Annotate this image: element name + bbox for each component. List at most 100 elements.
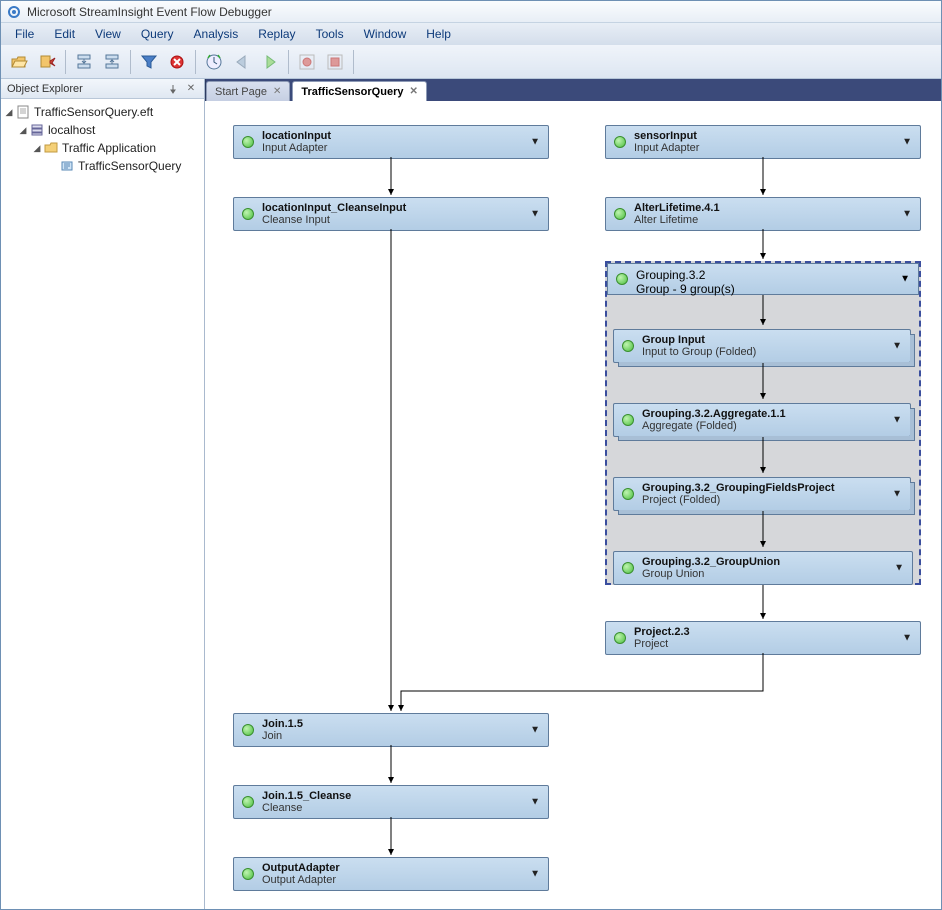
close-tab-icon[interactable]: ✕ (409, 86, 417, 97)
connect-server-icon[interactable] (34, 49, 60, 75)
node-aggregate[interactable]: Grouping.3.2.Aggregate.1.1 Aggregate (Fo… (613, 403, 911, 437)
node-output-adapter[interactable]: OutputAdapter Output Adapter ▼ (233, 857, 549, 891)
chevron-down-icon[interactable]: ▼ (892, 489, 902, 500)
chevron-down-icon[interactable]: ▼ (530, 797, 540, 808)
tree-root-label: TrafficSensorQuery.eft (34, 105, 153, 119)
chevron-down-icon[interactable]: ▼ (894, 563, 904, 574)
node-title: Join.1.5_Cleanse (262, 790, 522, 802)
menu-replay[interactable]: Replay (248, 25, 305, 43)
node-subtitle: Project (634, 638, 894, 650)
node-sensor-input[interactable]: sensorInput Input Adapter ▼ (605, 125, 921, 159)
menu-edit[interactable]: Edit (44, 25, 85, 43)
explorer-header: Object Explorer ✕ (1, 79, 204, 99)
menu-file[interactable]: File (5, 25, 44, 43)
node-title: Group Input (642, 334, 884, 346)
node-title: Join.1.5 (262, 718, 522, 730)
node-title: Grouping.3.2_GroupingFieldsProject (642, 482, 884, 494)
close-tab-icon[interactable]: ✕ (273, 86, 281, 97)
node-subtitle: Alter Lifetime (634, 214, 894, 226)
chevron-down-icon[interactable]: ▼ (530, 869, 540, 880)
step-forward-icon[interactable] (257, 49, 283, 75)
clock-icon[interactable] (201, 49, 227, 75)
status-dot-icon (622, 562, 634, 574)
node-alter-lifetime[interactable]: AlterLifetime.4.1 Alter Lifetime ▼ (605, 197, 921, 231)
title-bar: Microsoft StreamInsight Event Flow Debug… (1, 1, 941, 23)
menu-bar: File Edit View Query Analysis Replay Too… (1, 23, 941, 45)
menu-view[interactable]: View (85, 25, 131, 43)
status-dot-icon (614, 136, 626, 148)
flow-canvas[interactable]: locationInput Input Adapter ▼ locationIn… (205, 101, 941, 909)
grouping-container[interactable]: Grouping.3.2 Group - 9 group(s) ▼ Group … (605, 261, 921, 585)
server-icon (29, 122, 45, 138)
status-dot-icon (614, 208, 626, 220)
menu-analysis[interactable]: Analysis (184, 25, 249, 43)
tree-host[interactable]: ◢ localhost (3, 121, 202, 139)
tab-label: Start Page (215, 86, 267, 98)
chevron-down-icon[interactable]: ▼ (902, 209, 912, 220)
node-grouping[interactable]: Grouping.3.2 Group - 9 group(s) ▼ (607, 263, 919, 295)
node-subtitle: Input Adapter (262, 142, 522, 154)
node-join[interactable]: Join.1.5 Join ▼ (233, 713, 549, 747)
status-dot-icon (242, 724, 254, 736)
status-dot-icon (242, 136, 254, 148)
status-dot-icon (622, 340, 634, 352)
tab-start-page[interactable]: Start Page ✕ (206, 81, 290, 101)
close-panel-icon[interactable]: ✕ (184, 82, 198, 96)
stop-icon[interactable] (322, 49, 348, 75)
chevron-down-icon[interactable]: ▼ (902, 137, 912, 148)
tree-query[interactable]: TrafficSensorQuery (3, 157, 202, 175)
record-icon[interactable] (294, 49, 320, 75)
node-join-cleanse[interactable]: Join.1.5_Cleanse Cleanse ▼ (233, 785, 549, 819)
tree-root[interactable]: ◢ TrafficSensorQuery.eft (3, 103, 202, 121)
menu-window[interactable]: Window (354, 25, 417, 43)
step-back-icon[interactable] (229, 49, 255, 75)
chevron-down-icon[interactable]: ▼ (530, 209, 540, 220)
pin-icon[interactable] (166, 82, 180, 96)
toolbar-separator (288, 50, 289, 74)
node-location-input[interactable]: locationInput Input Adapter ▼ (233, 125, 549, 159)
toolbar (1, 45, 941, 79)
query-icon (59, 158, 75, 174)
toolbar-separator (130, 50, 131, 74)
tree-app[interactable]: ◢ Traffic Application (3, 139, 202, 157)
node-location-cleanse[interactable]: locationInput_CleanseInput Cleanse Input… (233, 197, 549, 231)
explorer-title: Object Explorer (7, 83, 83, 95)
open-file-icon[interactable] (6, 49, 32, 75)
node-subtitle: Cleanse Input (262, 214, 522, 226)
clear-filter-icon[interactable] (164, 49, 190, 75)
node-subtitle: Input Adapter (634, 142, 894, 154)
expand-down-icon[interactable] (71, 49, 97, 75)
node-group-input[interactable]: Group Input Input to Group (Folded) ▼ (613, 329, 911, 363)
menu-query[interactable]: Query (131, 25, 184, 43)
menu-tools[interactable]: Tools (306, 25, 354, 43)
node-title: locationInput_CleanseInput (262, 202, 522, 214)
chevron-down-icon[interactable]: ▼ (892, 341, 902, 352)
tab-strip: Start Page ✕ TrafficSensorQuery ✕ (205, 79, 941, 101)
chevron-down-icon[interactable]: ▼ (530, 137, 540, 148)
chevron-down-icon[interactable]: ▼ (900, 274, 910, 285)
chevron-down-icon[interactable]: ▼ (902, 633, 912, 644)
expander-icon[interactable]: ◢ (17, 125, 29, 136)
object-explorer-panel: Object Explorer ✕ ◢ TrafficSensorQuery.e… (1, 79, 205, 909)
collapse-up-icon[interactable] (99, 49, 125, 75)
explorer-tree: ◢ TrafficSensorQuery.eft ◢ localhost ◢ T… (1, 99, 204, 179)
file-icon (15, 104, 31, 120)
node-title: Grouping.3.2_GroupUnion (642, 556, 886, 568)
node-title: locationInput (262, 130, 522, 142)
tab-traffic-query[interactable]: TrafficSensorQuery ✕ (292, 81, 426, 101)
menu-help[interactable]: Help (416, 25, 461, 43)
expander-icon[interactable]: ◢ (3, 107, 15, 118)
status-dot-icon (242, 208, 254, 220)
chevron-down-icon[interactable]: ▼ (892, 415, 902, 426)
node-subtitle: Aggregate (Folded) (642, 420, 884, 432)
node-group-union[interactable]: Grouping.3.2_GroupUnion Group Union ▼ (613, 551, 913, 585)
node-subtitle: Project (Folded) (642, 494, 884, 506)
tree-host-label: localhost (48, 123, 95, 137)
filter-icon[interactable] (136, 49, 162, 75)
status-dot-icon (622, 414, 634, 426)
node-subtitle: Join (262, 730, 522, 742)
expander-icon[interactable]: ◢ (31, 143, 43, 154)
chevron-down-icon[interactable]: ▼ (530, 725, 540, 736)
node-project[interactable]: Project.2.3 Project ▼ (605, 621, 921, 655)
node-fields-project[interactable]: Grouping.3.2_GroupingFieldsProject Proje… (613, 477, 911, 511)
